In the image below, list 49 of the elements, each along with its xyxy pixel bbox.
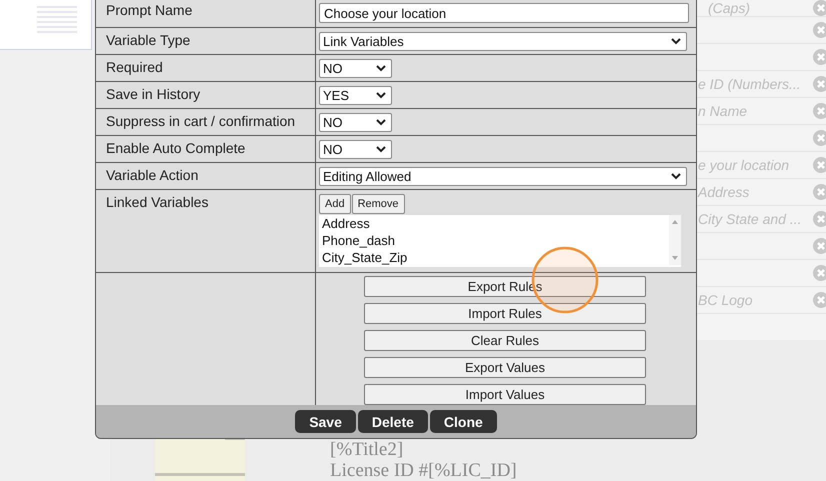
remove-icon[interactable] (813, 211, 826, 227)
field-label: Prompt Name (106, 2, 192, 18)
chevron-icon (671, 37, 681, 45)
dropdown[interactable]: NO (319, 58, 392, 78)
field-label: Linked Variables (106, 194, 208, 210)
tool-button[interactable]: Export Values (364, 357, 646, 378)
tool-button[interactable]: Import Rules (364, 303, 646, 324)
list-option[interactable]: City_State_Zip (322, 249, 408, 266)
chevron-icon (376, 145, 386, 153)
action-button[interactable]: Save (295, 410, 356, 433)
remove-icon[interactable] (813, 0, 826, 16)
list-option[interactable]: Address (322, 215, 408, 232)
field-label: Suppress in cart / confirmation (106, 113, 296, 129)
field-label: Enable Auto Complete (106, 140, 246, 156)
template-text: License ID #[%LIC_ID] (330, 461, 517, 481)
chevron-icon (376, 64, 386, 72)
dropdown[interactable]: YES (319, 86, 392, 104)
list-button[interactable]: Remove (352, 194, 405, 214)
dropdown[interactable]: NO (319, 140, 392, 158)
action-button[interactable]: Clone (430, 410, 497, 433)
chevron-icon (376, 91, 386, 99)
field-label: Variable Action (106, 167, 198, 183)
list-box[interactable]: Address Phone_dash City_State_Zip (319, 215, 681, 267)
template-text: [%Title2] (330, 440, 404, 460)
list-option[interactable]: Phone_dash (322, 232, 408, 249)
action-button[interactable]: Delete (358, 410, 428, 433)
remove-icon[interactable] (813, 49, 826, 65)
dropdown[interactable]: Link Variables (319, 32, 687, 50)
chevron-icon (671, 172, 681, 180)
remove-icon[interactable] (813, 265, 826, 281)
dropdown[interactable]: Editing Allowed (319, 166, 687, 186)
remove-icon[interactable] (813, 157, 826, 173)
dropdown[interactable]: NO (319, 112, 392, 132)
scrollbar-icon[interactable] (669, 215, 681, 265)
field-label: Save in History (106, 86, 200, 102)
remove-icon[interactable] (813, 238, 826, 254)
text-field[interactable]: Choose your location (319, 2, 689, 22)
field-label: Variable Type (106, 32, 190, 48)
field-label: Required (106, 59, 163, 75)
remove-icon[interactable] (813, 22, 826, 38)
remove-icon[interactable] (813, 130, 826, 146)
remove-icon[interactable] (813, 103, 826, 119)
chevron-icon (376, 118, 386, 126)
remove-icon[interactable] (813, 292, 826, 308)
remove-icon[interactable] (813, 76, 826, 92)
list-button[interactable]: Add (319, 194, 351, 214)
tool-button[interactable]: Clear Rules (364, 330, 646, 351)
tool-button[interactable]: Import Values (364, 384, 646, 405)
remove-icon[interactable] (813, 184, 826, 200)
